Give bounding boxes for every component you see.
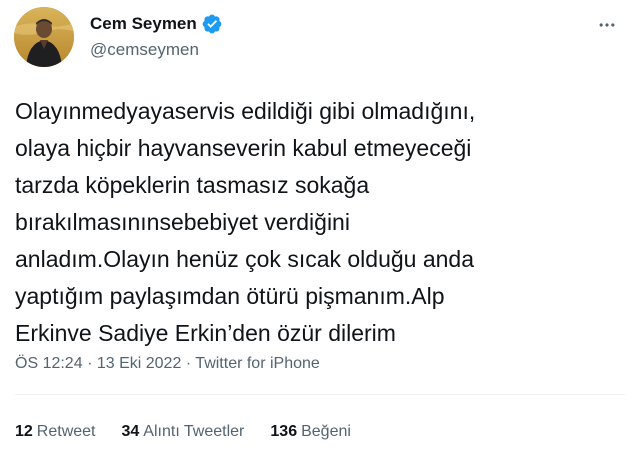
name-row: Cem Seymen	[90, 13, 223, 35]
user-handle[interactable]: @cemseymen	[90, 40, 199, 60]
tweet-text-line: anladım.Olayın henüz çok sıcak olduğu an…	[15, 246, 475, 272]
tweet-text-line: olaya hiçbir hayvanseverin kabul etmeyec…	[15, 135, 472, 161]
quote-tweets-stat[interactable]: 34 Alıntı Tweetler	[122, 423, 245, 441]
retweets-label: Retweet	[36, 423, 96, 440]
likes-label: Beğeni	[301, 423, 351, 440]
tweet-date: 13 Eki 2022	[96, 355, 182, 372]
tweet-text: Olayınmedyayaservis edildiği gibi olmadı…	[15, 93, 615, 352]
tweet-stats: 12 Retweet 34 Alıntı Tweetler 136 Beğeni	[15, 423, 377, 441]
more-options-button[interactable]	[590, 10, 624, 44]
likes-count: 136	[270, 423, 298, 440]
more-horizontal-icon	[597, 15, 617, 40]
quotes-count: 34	[121, 423, 140, 440]
tweet-time: ÖS 12:24	[15, 355, 83, 372]
tweet-text-line: tarzda köpeklerin tasmasız sokağa	[15, 172, 370, 198]
meta-separator: ·	[185, 355, 192, 372]
tweet-text-line: Erkinve Sadiye Erkin’den özür dilerim	[15, 320, 396, 346]
tweet-source-link[interactable]: Twitter for iPhone	[195, 355, 320, 372]
quotes-label: Alıntı Tweetler	[143, 423, 245, 440]
divider	[15, 394, 625, 395]
tweet-meta: ÖS 12:24 · 13 Eki 2022 · Twitter for iPh…	[15, 355, 320, 373]
tweet-text-line: yaptığım paylaşımdan ötürü pişmanım.Alp	[15, 283, 445, 309]
tweet-text-line: Olayınmedyayaservis edildiği gibi olmadı…	[15, 98, 476, 124]
verified-badge-icon	[201, 13, 223, 35]
retweets-stat[interactable]: 12 Retweet	[15, 423, 96, 441]
likes-stat[interactable]: 136 Beğeni	[270, 423, 351, 441]
tweet-card: Cem Seymen @cemseymen Olayınmedyayaservi…	[0, 0, 640, 461]
meta-separator: ·	[87, 355, 93, 372]
tweet-time-link[interactable]: ÖS 12:24 · 13 Eki 2022	[15, 355, 181, 372]
avatar[interactable]	[14, 7, 74, 67]
retweets-count: 12	[15, 423, 33, 440]
display-name[interactable]: Cem Seymen	[90, 14, 197, 34]
tweet-text-line: bırakılmasınınsebebiyet verdiğini	[15, 209, 350, 235]
